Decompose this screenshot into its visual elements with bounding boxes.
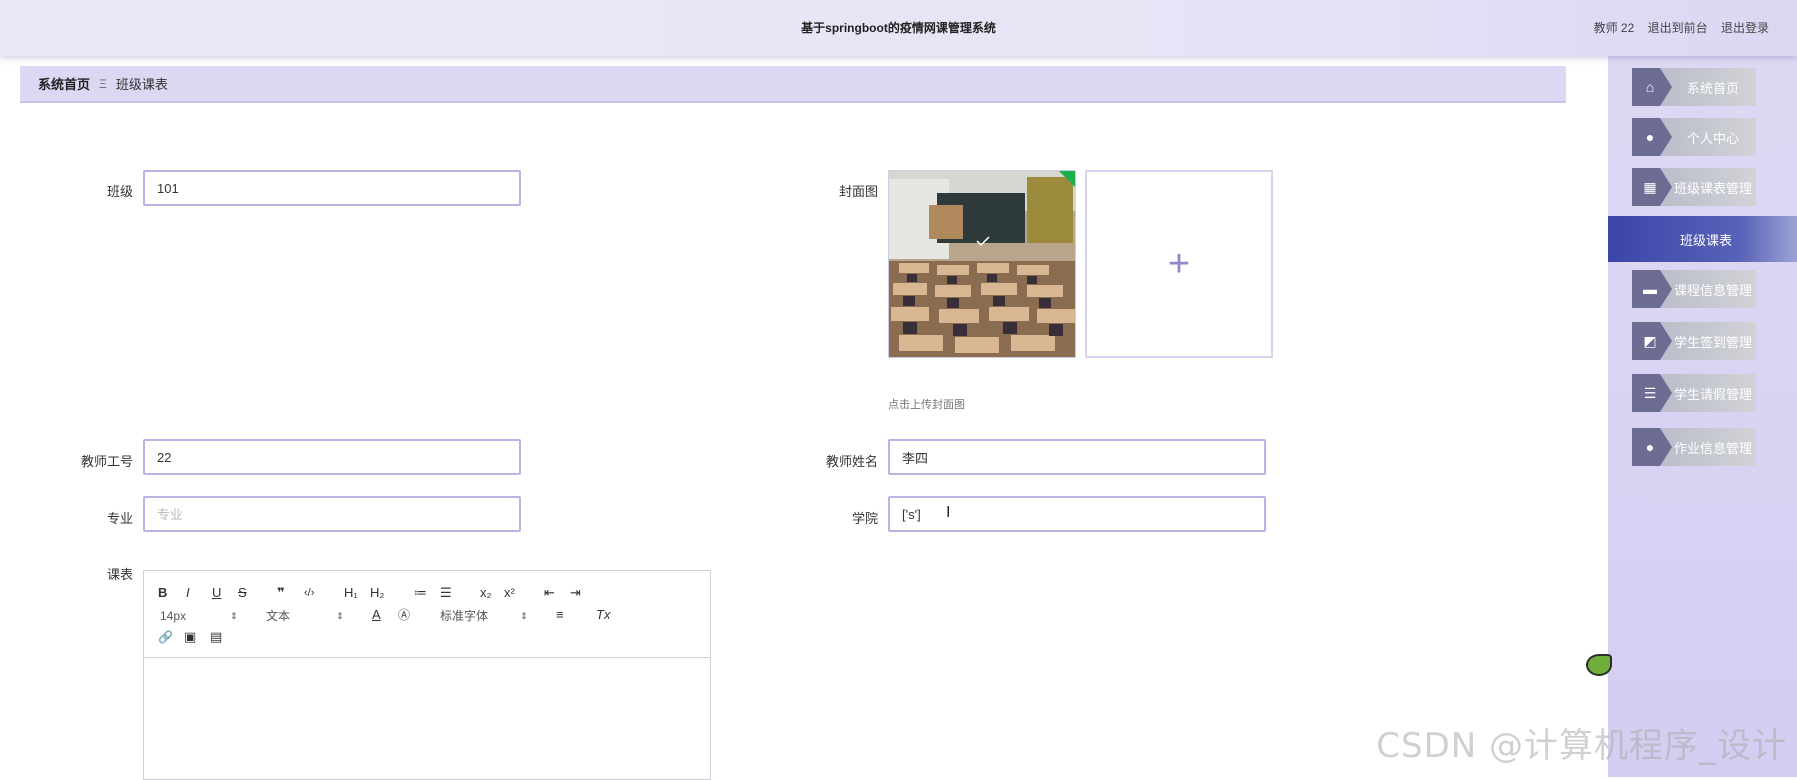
cover-label: 封面图 — [838, 184, 878, 199]
sidebar-item-label: 学生请假管理 — [1673, 386, 1752, 402]
image-icon[interactable]: ▣ — [184, 629, 196, 645]
home-icon: ⌂ — [1632, 68, 1672, 106]
bullet-list-icon[interactable]: ☰ — [440, 585, 452, 601]
font-family-select[interactable]: 标准字体 ⇕ — [440, 608, 530, 624]
sidebar-item-label: 系统首页 — [1686, 80, 1739, 96]
plus-icon: + — [1167, 243, 1191, 285]
user-icon: ● — [1632, 118, 1672, 156]
schedule-editor: B I U S ❞ ‹/› H₁ H₂ ≔ ☰ x₂ x² ⇤ ⇥ 14px ⇕ … — [143, 570, 711, 780]
superscript-icon[interactable]: x² — [504, 585, 515, 601]
cover-image[interactable] — [888, 170, 1076, 358]
sidebar: ⌂ 系统首页 ● 个人中心 ▦ 班级课表管理 班级课表 ▬ 课程信息管理 ◩ 学… — [1608, 56, 1797, 777]
quote-icon[interactable]: ❞ — [277, 585, 285, 601]
major-label: 专业 — [106, 511, 133, 526]
app-title: 基于springboot的疫情网课管理系统 — [801, 21, 996, 35]
breadcrumb: 系统首页 Ξ 班级课表 — [20, 66, 1566, 103]
sidebar-item-label: 作业信息管理 — [1673, 440, 1752, 456]
front-link[interactable]: 退出到前台 — [1648, 21, 1708, 35]
h2-icon[interactable]: H₂ — [370, 585, 384, 601]
bulb-icon: ● — [1632, 428, 1672, 466]
align-icon[interactable]: ≡ — [556, 607, 564, 623]
breadcrumb-separator: Ξ — [99, 76, 107, 91]
sidebar-item-attendance[interactable]: ◩ 学生签到管理 — [1632, 322, 1756, 360]
top-header: 基于springboot的疫情网课管理系统 教师 22 退出到前台 退出登录 — [0, 0, 1797, 56]
font-size-select[interactable]: 14px ⇕ — [160, 608, 240, 624]
editor-content[interactable] — [144, 658, 710, 778]
briefcase-icon: ▬ — [1632, 270, 1672, 308]
college-input[interactable] — [888, 496, 1266, 532]
clear-format-icon[interactable]: Tx — [596, 607, 610, 623]
font-color-icon[interactable]: A — [372, 607, 381, 623]
indent-icon[interactable]: ⇥ — [570, 585, 581, 601]
background-color-icon[interactable]: Ⓐ — [398, 607, 410, 623]
breadcrumb-current: 班级课表 — [115, 77, 168, 92]
class-input[interactable] — [143, 170, 521, 206]
sidebar-item-course-info[interactable]: ▬ 课程信息管理 — [1632, 270, 1756, 308]
sidebar-item-home[interactable]: ⌂ 系统首页 — [1632, 68, 1756, 106]
teacher-name-label: 教师姓名 — [825, 454, 878, 469]
watermark: CSDN @计算机程序_设计 — [1376, 726, 1787, 766]
teacher-id-input[interactable] — [143, 439, 521, 475]
logout-link[interactable]: 退出登录 — [1721, 21, 1769, 35]
sidebar-item-profile[interactable]: ● 个人中心 — [1632, 118, 1756, 156]
link-icon[interactable]: 🔗 — [158, 629, 173, 645]
video-icon[interactable]: ▤ — [210, 629, 222, 645]
format-select[interactable]: 文本 ⇕ — [266, 608, 346, 624]
class-label: 班级 — [106, 184, 133, 199]
sidebar-item-leave[interactable]: ☰ 学生请假管理 — [1632, 374, 1756, 412]
schedule-label: 课表 — [106, 567, 133, 582]
grid-icon: ▦ — [1632, 168, 1672, 206]
sidebar-item-label: 课程信息管理 — [1673, 282, 1752, 298]
sidebar-item-homework[interactable]: ● 作业信息管理 — [1632, 428, 1756, 466]
sidebar-item-label: 班级课表管理 — [1673, 180, 1752, 196]
upload-cover-button[interactable]: + — [1085, 170, 1273, 358]
chart-icon: ◩ — [1632, 322, 1672, 360]
teacher-name-input[interactable] — [888, 439, 1266, 475]
sidebar-item-label: 学生签到管理 — [1673, 334, 1752, 350]
breadcrumb-home[interactable]: 系统首页 — [38, 74, 90, 93]
classroom-photo — [889, 171, 1075, 357]
editor-toolbar: B I U S ❞ ‹/› H₁ H₂ ≔ ☰ x₂ x² ⇤ ⇥ 14px ⇕ … — [144, 571, 710, 658]
text-cursor-icon: Ι — [946, 504, 951, 521]
cover-hint: 点击上传封面图 — [888, 399, 965, 411]
h1-icon[interactable]: H₁ — [344, 585, 358, 601]
ordered-list-icon[interactable]: ≔ — [414, 585, 427, 601]
user-label: 教师 22 — [1593, 21, 1635, 35]
sidebar-item-label: 班级课表 — [1680, 232, 1733, 248]
college-label: 学院 — [851, 511, 878, 526]
list-icon: ☰ — [1632, 374, 1672, 412]
subscript-icon[interactable]: x₂ — [480, 585, 492, 601]
teacher-id-label: 教师工号 — [80, 454, 133, 469]
floating-widget-icon[interactable] — [1586, 654, 1612, 676]
code-icon[interactable]: ‹/› — [304, 585, 314, 601]
strike-icon[interactable]: S — [238, 585, 247, 601]
sidebar-item-schedule[interactable]: 班级课表 — [1608, 216, 1797, 262]
sidebar-item-schedule-mgmt[interactable]: ▦ 班级课表管理 — [1632, 168, 1756, 206]
outdent-icon[interactable]: ⇤ — [544, 585, 555, 601]
bold-icon[interactable]: B — [158, 585, 167, 601]
user-area: 教师 22 退出到前台 退出登录 — [1584, 0, 1769, 56]
sidebar-item-label: 个人中心 — [1686, 130, 1739, 146]
underline-icon[interactable]: U — [212, 585, 221, 601]
italic-icon[interactable]: I — [186, 585, 190, 601]
major-input[interactable] — [143, 496, 521, 532]
